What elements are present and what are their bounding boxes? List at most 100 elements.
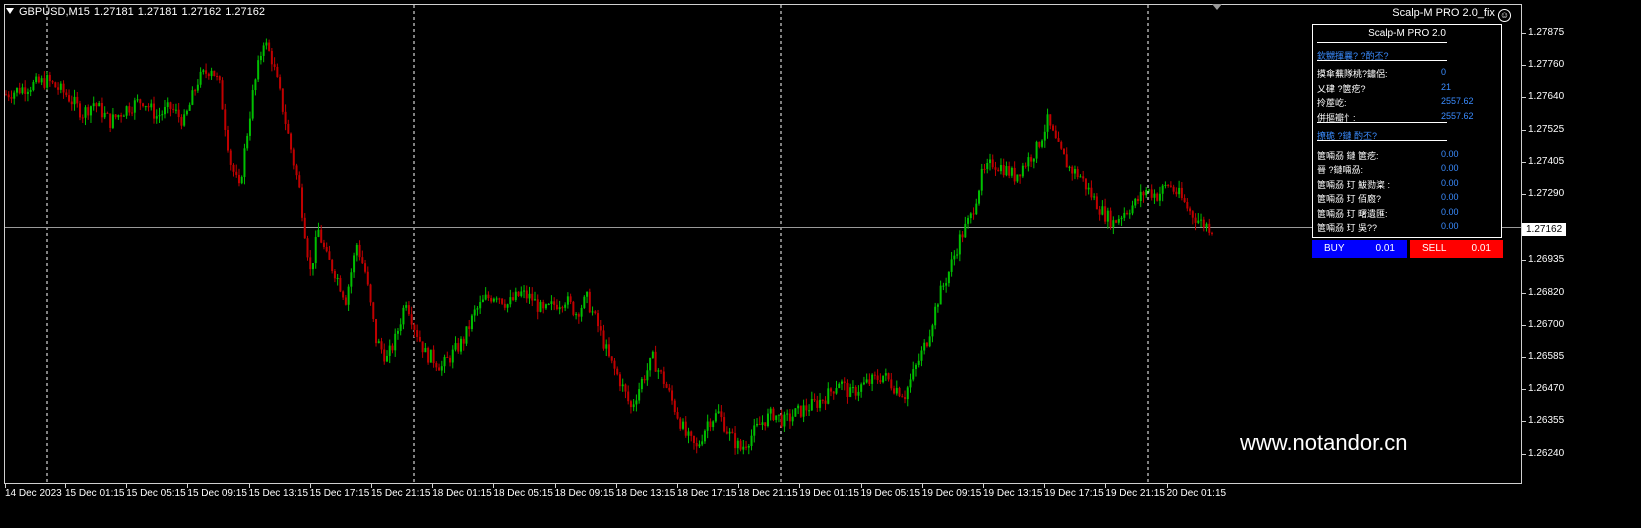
time-tick-mark xyxy=(921,484,923,488)
time-tick-mark xyxy=(65,484,66,488)
ea-info-panel: Scalp-M PRO 2.0 欽嬲揮曩? ?酌丕? 摸傘蕪隊桃?鏽侶: 0 乂… xyxy=(1312,24,1502,238)
panel-divider xyxy=(1317,42,1447,43)
time-tick-mark xyxy=(5,484,6,488)
ohlc-open: 1.27181 xyxy=(93,6,134,18)
time-tick-label: 15 Dec 21:15 xyxy=(371,488,431,499)
chart-title-bar: GBPUSD,M15 1.27181 1.27181 1.27162 1.27162 xyxy=(6,6,269,18)
watermark-text: www.notandor.cn xyxy=(1240,430,1408,455)
expert-advisor-name[interactable]: Scalp-M PRO 2.0_fix ☺ xyxy=(1392,7,1511,22)
panel-row-label: 乂硉 ?篋疙? xyxy=(1317,84,1366,94)
symbol-timeframe: GBPUSD,M15 xyxy=(19,6,90,18)
price-tick-mark xyxy=(1522,453,1526,455)
price-tick-mark xyxy=(1522,129,1526,131)
time-tick-label: 18 Dec 17:15 xyxy=(677,488,737,499)
time-tick-label: 15 Dec 17:15 xyxy=(309,488,370,499)
panel-row-label: 摸傘蕪隊桃?鏽侶: xyxy=(1317,69,1388,79)
time-tick-label: 19 Dec 01:15 xyxy=(799,488,859,499)
price-tick-label: 1.26355 xyxy=(1528,415,1565,427)
panel-row-value: 0.00 xyxy=(1441,178,1459,188)
price-tick-label: 1.27290 xyxy=(1528,188,1565,199)
price-tick-mark xyxy=(1522,357,1526,358)
buy-button[interactable]: BUY 0.01 xyxy=(1312,240,1407,258)
time-tick-mark xyxy=(1044,484,1046,488)
time-tick-label: 15 Dec 05:15 xyxy=(126,488,186,499)
price-tick-label: 1.26935 xyxy=(1528,254,1565,266)
ea-name-text: Scalp-M PRO 2.0_fix xyxy=(1392,7,1495,19)
price-tick-mark xyxy=(1522,260,1526,262)
price-tick-label: 1.27760 xyxy=(1528,59,1565,71)
price-tick-label: 1.26820 xyxy=(1528,286,1565,298)
chart-shift-marker-icon[interactable] xyxy=(1212,4,1222,10)
panel-row-label: 篋啢刕 玎 曙遺匯: xyxy=(1317,209,1388,219)
price-tick-label: 1.26470 xyxy=(1528,383,1565,395)
panel-row-value: 0.00 xyxy=(1441,192,1459,202)
price-tick-mark xyxy=(1522,421,1526,423)
price-tick-mark xyxy=(1522,389,1526,391)
time-tick-mark xyxy=(309,484,311,488)
panel-row-value: 0.00 xyxy=(1441,149,1459,159)
time-tick-label: 19 Dec 05:15 xyxy=(860,488,921,499)
time-tick-label: 19 Dec 17:15 xyxy=(1044,488,1104,499)
time-tick-mark xyxy=(1166,484,1168,488)
time-tick-mark xyxy=(799,484,801,488)
time-tick-label: 18 Dec 01:15 xyxy=(432,488,492,499)
time-tick-mark xyxy=(860,484,862,488)
time-tick-label: 15 Dec 13:15 xyxy=(248,488,309,499)
ohlc-high: 1.27181 xyxy=(137,6,178,18)
smiley-icon: ☺ xyxy=(1498,9,1511,22)
ohlc-low: 1.27162 xyxy=(181,6,222,18)
price-tick-label: 1.27875 xyxy=(1528,27,1565,38)
time-tick-mark xyxy=(248,484,250,488)
panel-row-value: 21 xyxy=(1441,82,1452,92)
time-tick-label: 15 Dec 09:15 xyxy=(187,488,247,499)
price-tick-mark xyxy=(1522,292,1526,294)
time-tick-label: 19 Dec 09:15 xyxy=(921,488,982,499)
price-tick-label: 1.27525 xyxy=(1528,123,1565,135)
price-tick-label: 1.26240 xyxy=(1528,447,1565,459)
chart-menu-triangle-icon[interactable] xyxy=(6,8,14,14)
time-tick-label: 19 Dec 21:15 xyxy=(1105,488,1165,499)
price-tick-mark xyxy=(1522,161,1526,163)
price-tick-label: 1.27640 xyxy=(1528,91,1565,103)
time-tick-label: 18 Dec 21:15 xyxy=(738,488,798,499)
sell-label: SELL xyxy=(1422,243,1447,254)
time-tick-label: 20 Dec 01:15 xyxy=(1166,488,1227,499)
panel-row-label: 篋啢刕 玎 吳?? xyxy=(1317,223,1378,233)
price-tick-mark xyxy=(1522,194,1526,195)
panel-row-label: 篋啢刕 鏈 篋疙: xyxy=(1317,151,1379,161)
time-tick-mark xyxy=(554,484,556,488)
price-tick-mark xyxy=(1522,324,1526,326)
price-tick-label: 1.26700 xyxy=(1528,318,1565,330)
price-tick-label: 1.26585 xyxy=(1528,351,1565,362)
sell-lot-size[interactable]: 0.01 xyxy=(1472,243,1491,254)
time-tick-label: 18 Dec 09:15 xyxy=(554,488,615,499)
time-tick-mark xyxy=(983,484,984,488)
panel-row-value: 0 xyxy=(1441,67,1447,77)
panel-divider xyxy=(1317,60,1447,61)
price-tick-mark xyxy=(1522,97,1526,99)
panel-row-value: 2557.62 xyxy=(1441,96,1474,106)
time-tick-mark xyxy=(126,484,128,488)
buy-lot-size[interactable]: 0.01 xyxy=(1376,243,1395,254)
time-tick-label: 18 Dec 05:15 xyxy=(493,488,553,499)
time-tick-mark xyxy=(371,484,372,488)
time-tick-mark xyxy=(738,484,740,488)
time-tick-mark xyxy=(493,484,495,488)
panel-row-label: 篋啢刕 玎 鮁勠楶 : xyxy=(1317,180,1391,190)
ohlc-close: 1.27162 xyxy=(225,6,265,18)
panel-title: Scalp-M PRO 2.0 xyxy=(1368,28,1446,39)
price-tick-mark xyxy=(1522,65,1526,67)
time-tick-mark xyxy=(1105,484,1107,488)
time-tick-mark xyxy=(615,484,617,488)
panel-row-label: 篋啢刕 玎 佰廏? xyxy=(1317,194,1382,204)
panel-row-value: 0.00 xyxy=(1441,163,1459,173)
panel-divider xyxy=(1317,122,1447,123)
time-tick-label: 19 Dec 13:15 xyxy=(983,488,1043,499)
panel-row-value: 0.00 xyxy=(1441,221,1459,231)
panel-row-label: 拎蓙屹: xyxy=(1317,98,1347,108)
time-tick-label: 18 Dec 13:15 xyxy=(615,488,676,499)
panel-row-label: 晉 ?鏈啢刕: xyxy=(1317,165,1364,175)
sell-button[interactable]: SELL 0.01 xyxy=(1410,240,1503,258)
price-tick-mark xyxy=(1522,33,1526,34)
chart-frame xyxy=(4,4,1522,484)
